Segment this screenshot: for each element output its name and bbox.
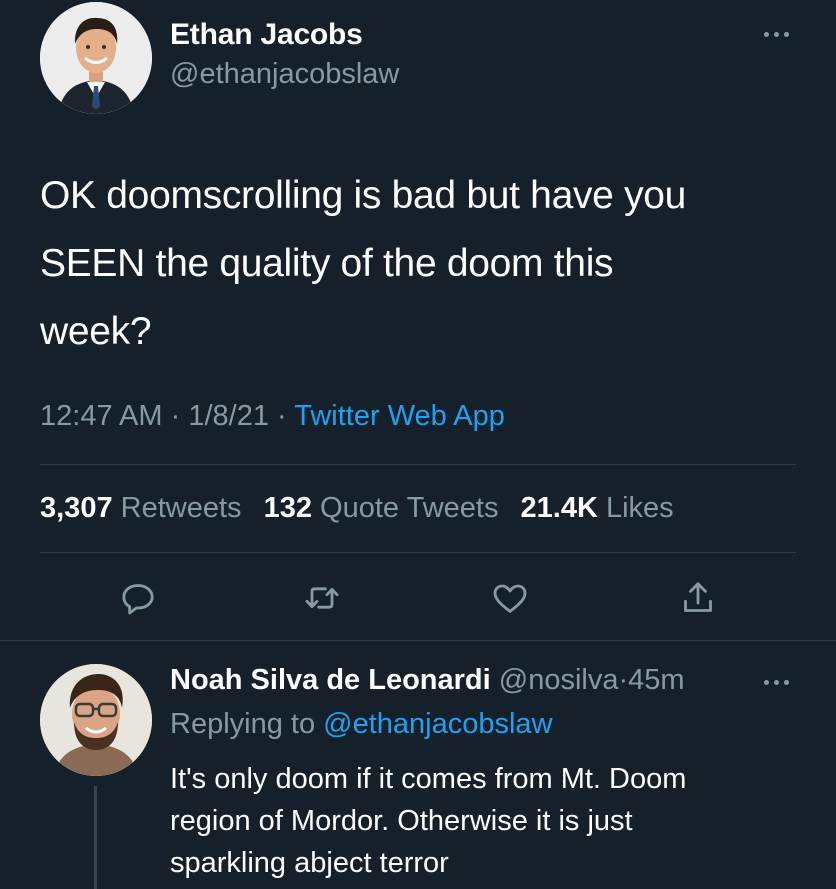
divider (40, 552, 796, 553)
like-icon[interactable] (488, 576, 532, 620)
reply-header: Noah Silva de Leonardi @nosilva·45m (170, 664, 685, 697)
retweets-stat[interactable]: 3,307 Retweets (40, 492, 242, 524)
divider (40, 464, 796, 465)
replying-to: Replying to @ethanjacobslaw (170, 708, 553, 741)
tweet-meta: 12:47 AM · 1/8/21 · Twitter Web App (40, 400, 505, 433)
reply-time[interactable]: 45m (628, 664, 684, 696)
thread-line (94, 786, 97, 889)
tweet-date[interactable]: 1/8/21 (188, 400, 269, 432)
tweet-source-link[interactable]: Twitter Web App (294, 400, 505, 432)
tweet-actions (0, 576, 836, 620)
reply-text: It's only doom if it comes from Mt. Doom… (170, 763, 687, 879)
tweet-text: OK doomscrolling is bad but have you SEE… (40, 174, 687, 353)
author-avatar[interactable] (40, 2, 152, 114)
quote-tweets-stat[interactable]: 132 Quote Tweets (264, 492, 499, 524)
reply-author-avatar[interactable] (40, 664, 152, 776)
share-icon[interactable] (676, 576, 720, 620)
reply-icon[interactable] (116, 576, 160, 620)
reply-more-options-icon[interactable] (756, 670, 796, 694)
reply-author-name[interactable]: Noah Silva de Leonardi (170, 664, 491, 696)
reply-separator: · (618, 664, 629, 696)
replying-to-mention[interactable]: @ethanjacobslaw (323, 708, 552, 740)
meta-separator: · (170, 400, 181, 432)
retweet-icon[interactable] (300, 576, 344, 620)
more-options-icon[interactable] (756, 22, 796, 46)
likes-stat[interactable]: 21.4K Likes (521, 492, 674, 524)
reply-author-handle[interactable]: @nosilva (499, 664, 619, 696)
replying-prefix: Replying to (170, 708, 316, 740)
tweet-detail-page: Ethan Jacobs @ethanjacobslaw OK doomscro… (0, 0, 836, 889)
meta-separator: · (277, 400, 287, 432)
author-handle[interactable]: @ethanjacobslaw (170, 58, 399, 91)
divider (0, 640, 836, 641)
author-name[interactable]: Ethan Jacobs (170, 18, 363, 52)
tweet-time[interactable]: 12:47 AM (40, 400, 163, 432)
tweet-stats: 3,307 Retweets 132 Quote Tweets 21.4K Li… (40, 492, 674, 525)
